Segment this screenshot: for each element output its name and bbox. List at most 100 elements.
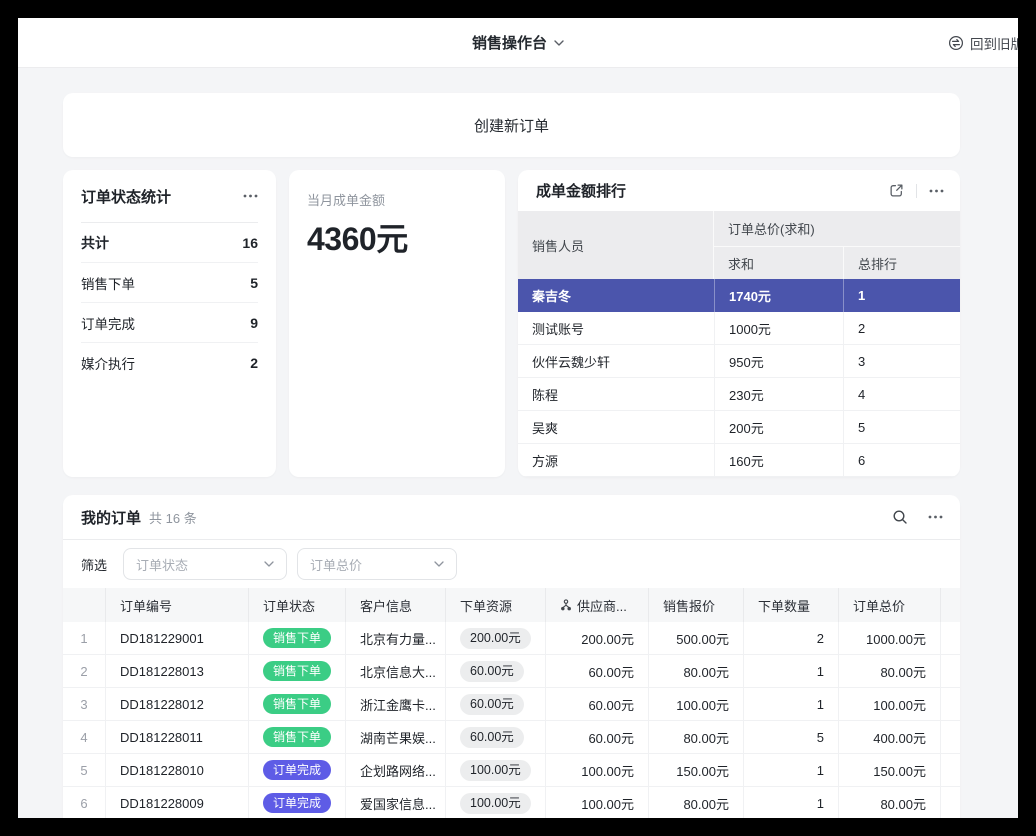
order-row[interactable]: 2DD181228013销售下单北京信息大...60.00元60.00元80.0… (63, 655, 960, 688)
ranking-person-cell: 方源 (518, 444, 714, 476)
ranking-row[interactable]: 测试账号1000元2 (518, 312, 960, 345)
ranking-card-header: 成单金额排行 (518, 170, 960, 211)
chevron-down-icon (434, 561, 444, 567)
ranking-person-cell: 秦吉冬 (518, 279, 714, 312)
order-resource-badge: 100.00元 (460, 793, 531, 814)
order-customer-cell: 湖南芒果娱... (345, 721, 445, 753)
order-customer-cell: 北京信息大... (345, 655, 445, 687)
orders-col-header[interactable]: 客户信息 (345, 588, 445, 622)
order-total-cell: 400.00元 (838, 721, 940, 753)
order-row-number: 6 (63, 787, 105, 818)
order-status-badge: 订单完成 (263, 793, 331, 813)
order-number-cell: DD181228012 (105, 688, 248, 720)
order-quote-cell: 500.00元 (648, 622, 743, 654)
ranking-rank-cell: 2 (843, 312, 960, 344)
order-status-badge: 订单完成 (263, 760, 331, 780)
order-resource-badge: 100.00元 (460, 760, 531, 781)
orders-col-label: 订单状态 (263, 596, 315, 615)
more-icon[interactable] (928, 515, 943, 519)
orders-col-label: 下单数量 (758, 596, 810, 615)
back-to-old-version-button[interactable]: 回到旧版 (948, 18, 1018, 68)
order-qty-cell: 5 (743, 721, 838, 753)
order-row[interactable]: 4DD181228011销售下单湖南芒果娱...60.00元60.00元80.0… (63, 721, 960, 754)
order-row[interactable]: 1DD181229001销售下单北京有力量...200.00元200.00元50… (63, 622, 960, 655)
ranking-col-sum: 求和 (714, 247, 843, 279)
ranking-person-cell: 陈程 (518, 378, 714, 410)
order-quote-cell: 150.00元 (648, 754, 743, 786)
create-order-label: 创建新订单 (474, 115, 549, 136)
order-filler-cell (940, 721, 960, 753)
filter-label: 筛选 (81, 555, 107, 574)
ranking-row[interactable]: 秦吉冬1740元1 (518, 279, 960, 312)
dashboard-content: 创建新订单 订单状态统计 共计 16 销售下单 5 (18, 68, 1018, 818)
order-resource-cell: 200.00元 (445, 622, 545, 654)
order-row[interactable]: 6DD181228009订单完成爱国家信息...100.00元100.00元80… (63, 787, 960, 818)
order-status-cell: 销售下单 (248, 622, 345, 654)
filter-order-total-select[interactable]: 订单总价 (297, 548, 457, 580)
orders-col-label: 销售报价 (663, 596, 715, 615)
orders-col-header[interactable]: 订单状态 (248, 588, 345, 622)
more-icon[interactable] (243, 194, 258, 198)
chevron-down-icon (264, 561, 274, 567)
ranking-row[interactable]: 陈程230元4 (518, 378, 960, 411)
order-row-number: 2 (63, 655, 105, 687)
order-resource-cell: 100.00元 (445, 787, 545, 818)
order-resource-cell: 60.00元 (445, 655, 545, 687)
order-supplier-cell: 200.00元 (545, 622, 648, 654)
open-external-icon[interactable] (889, 183, 904, 198)
order-status-cell: 订单完成 (248, 787, 345, 818)
more-icon[interactable] (929, 189, 944, 193)
ranking-col-rank: 总排行 (843, 247, 960, 279)
order-row[interactable]: 5DD181228010订单完成企划路网络...100.00元100.00元15… (63, 754, 960, 787)
ranking-row[interactable]: 伙伴云魏少轩950元3 (518, 345, 960, 378)
orders-col-label: 客户信息 (360, 596, 412, 615)
order-row-number: 5 (63, 754, 105, 786)
ranking-row[interactable]: 吴爽200元5 (518, 411, 960, 444)
order-supplier-cell: 60.00元 (545, 688, 648, 720)
order-qty-cell: 2 (743, 622, 838, 654)
ranking-rank-cell: 6 (843, 444, 960, 476)
orders-col-header[interactable]: 订单总价 (838, 588, 940, 622)
ranking-sum-cell: 1740元 (714, 279, 843, 312)
my-orders-title: 我的订单 (81, 507, 141, 528)
ranking-table-header: 销售人员 订单总价(求和) 求和 总排行 (518, 211, 960, 279)
orders-col-label: 下单资源 (460, 596, 512, 615)
order-status-stats-card: 订单状态统计 共计 16 销售下单 5 订单完成 9 (63, 170, 276, 477)
order-customer-cell: 爱国家信息... (345, 787, 445, 818)
order-filler-cell (940, 655, 960, 687)
stat-value: 5 (250, 275, 258, 291)
filter-order-status-select[interactable]: 订单状态 (123, 548, 287, 580)
chevron-down-icon (554, 40, 564, 46)
workspace-switcher[interactable]: 销售操作台 (472, 32, 564, 53)
stat-row-complete: 订单完成 9 (81, 303, 258, 343)
orders-col-header[interactable]: 销售报价 (648, 588, 743, 622)
order-number-cell: DD181228009 (105, 787, 248, 818)
order-row-number: 1 (63, 622, 105, 654)
order-supplier-cell: 100.00元 (545, 754, 648, 786)
search-icon[interactable] (892, 509, 908, 525)
orders-col-header[interactable]: 下单数量 (743, 588, 838, 622)
order-quote-cell: 80.00元 (648, 655, 743, 687)
order-row[interactable]: 3DD181228012销售下单浙江金鹰卡...60.00元60.00元100.… (63, 688, 960, 721)
orders-col-header[interactable]: 下单资源 (445, 588, 545, 622)
stat-label: 媒介执行 (81, 353, 135, 373)
order-number-cell: DD181228013 (105, 655, 248, 687)
order-resource-cell: 60.00元 (445, 688, 545, 720)
order-total-cell: 80.00元 (838, 787, 940, 818)
order-quote-cell: 100.00元 (648, 688, 743, 720)
ranking-person-cell: 测试账号 (518, 312, 714, 344)
orders-table-header: 订单编号订单状态 客户信息 下单资源 供应商... 销售报价 下单数量 订单总价 (63, 588, 960, 622)
stat-row-total: 共计 16 (81, 223, 258, 263)
ranking-row[interactable]: 方源160元6 (518, 444, 960, 477)
order-status-cell: 销售下单 (248, 655, 345, 687)
orders-col-header[interactable]: 订单编号 (105, 588, 248, 622)
ranking-sum-cell: 230元 (714, 378, 843, 410)
ranking-person-cell: 伙伴云魏少轩 (518, 345, 714, 377)
order-filler-cell (940, 622, 960, 654)
my-orders-count: 共 16 条 (149, 508, 197, 527)
order-status-badge: 销售下单 (263, 628, 331, 648)
order-customer-cell: 浙江金鹰卡... (345, 688, 445, 720)
create-order-button[interactable]: 创建新订单 (63, 93, 960, 157)
orders-col-header[interactable]: 供应商... (545, 588, 648, 622)
ranking-title: 成单金额排行 (536, 180, 626, 201)
